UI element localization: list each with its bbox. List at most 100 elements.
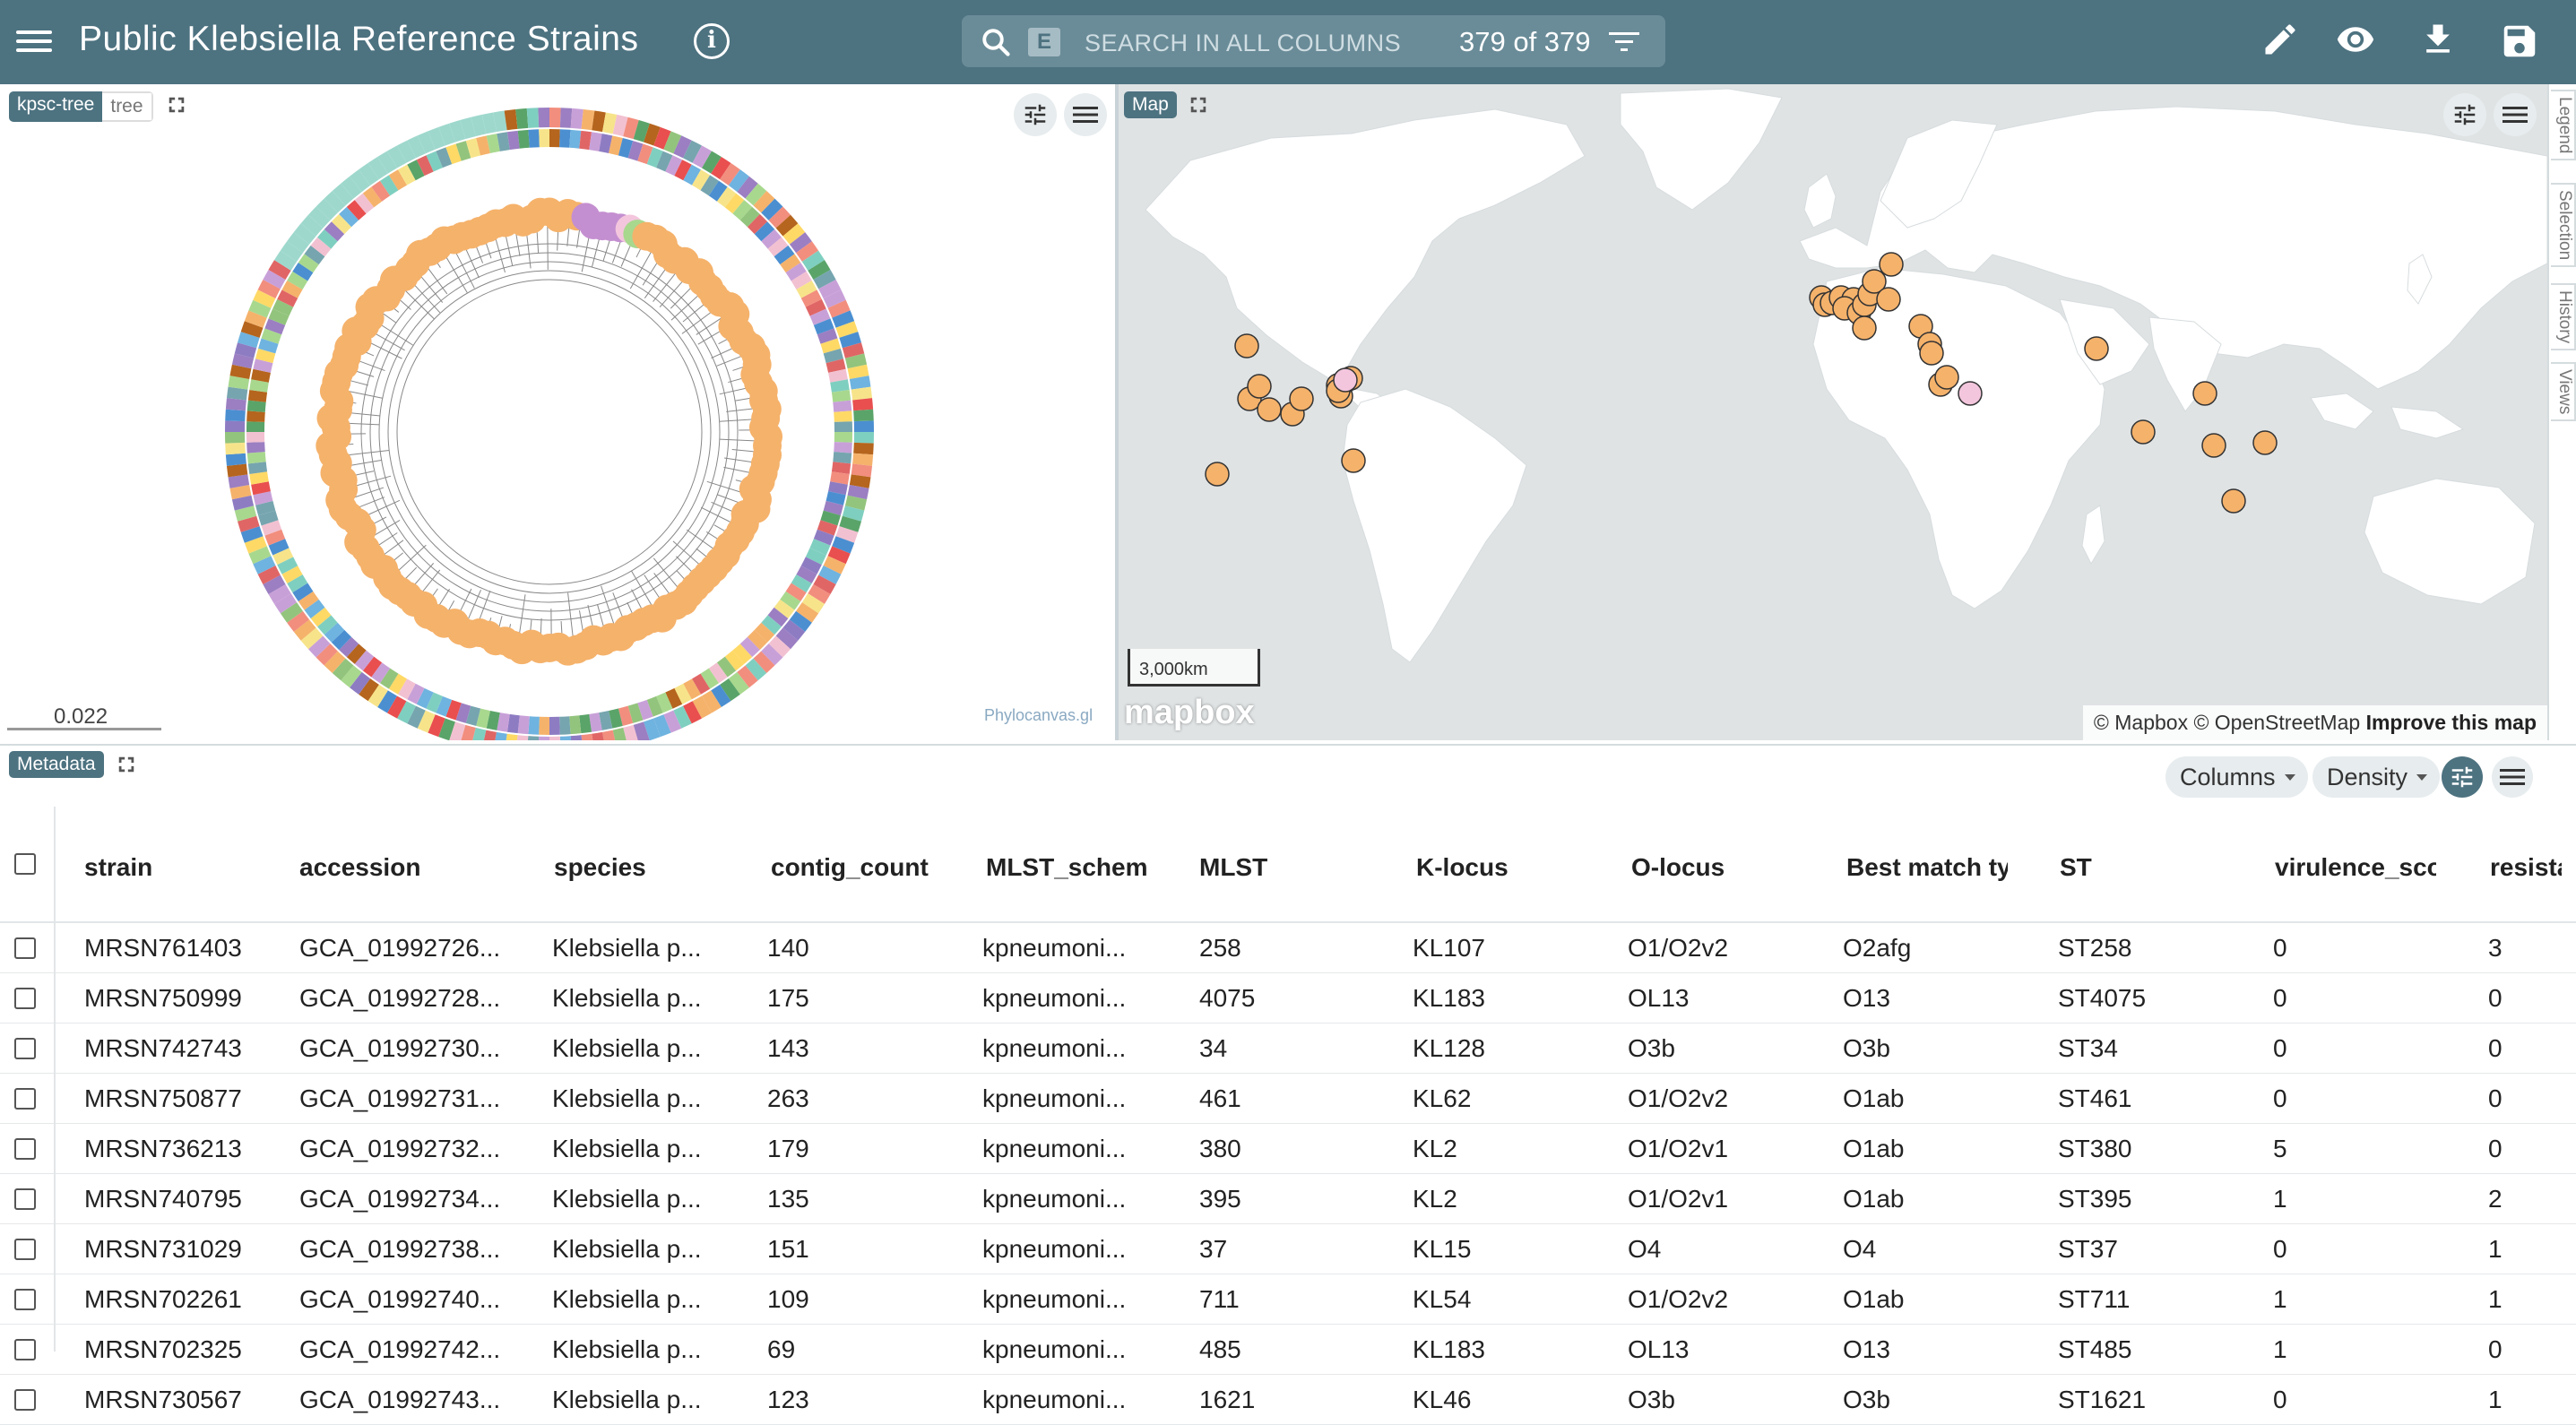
tree-leaf-node[interactable] [380, 266, 409, 295]
tree-leaf-node[interactable] [579, 211, 608, 239]
tree-leaf-node[interactable] [740, 360, 769, 389]
eye-icon[interactable] [2334, 20, 2377, 59]
download-icon[interactable] [2418, 20, 2458, 59]
row-checkbox[interactable] [14, 1188, 36, 1210]
tree-leaf-node[interactable] [751, 404, 780, 433]
table-row[interactable]: MRSN750877GCA_01992731...Klebsiella p...… [0, 1074, 2576, 1124]
column-header-mlst[interactable]: MLST [1199, 853, 1361, 882]
tree-leaf-node[interactable] [343, 508, 372, 537]
tab-kpsc-tree[interactable]: kpsc-tree [9, 91, 102, 122]
tab-metadata[interactable]: Metadata [9, 751, 104, 778]
map-marker[interactable] [1258, 398, 1281, 421]
tree-leaf-node[interactable] [378, 571, 407, 600]
tree-leaf-node[interactable] [390, 263, 419, 291]
tab-legend[interactable]: Legend [2551, 90, 2576, 160]
row-checkbox[interactable] [14, 988, 36, 1009]
row-checkbox[interactable] [14, 1038, 36, 1059]
tree-leaf-node[interactable] [721, 299, 749, 328]
tree-leaf-node[interactable] [753, 394, 782, 423]
tree-leaf-node[interactable] [490, 209, 519, 238]
tree-leaf-node[interactable] [675, 255, 704, 284]
map-marker[interactable] [2085, 337, 2108, 360]
tree-leaf-node[interactable] [360, 550, 389, 579]
map-marker[interactable] [1958, 382, 1982, 405]
filter-icon[interactable] [1609, 30, 1641, 55]
tree-leaf-node[interactable] [320, 459, 349, 488]
world-map[interactable] [1119, 84, 2547, 740]
tree-leaf-node[interactable] [446, 617, 475, 645]
tree-leaf-node[interactable] [741, 495, 770, 523]
tree-leaf-node[interactable] [649, 229, 678, 258]
tree-leaf-node[interactable] [325, 486, 354, 514]
map-marker[interactable] [1334, 368, 1357, 392]
tree-leaf-node[interactable] [329, 495, 358, 523]
column-header-strain[interactable]: strain [84, 853, 281, 882]
expand-icon[interactable] [117, 755, 136, 774]
tree-leaf-node[interactable] [490, 626, 519, 655]
row-checkbox[interactable] [14, 1138, 36, 1160]
map-marker[interactable] [1342, 449, 1365, 472]
tree-leaf-node[interactable] [319, 440, 348, 469]
tree-leaf-node[interactable] [712, 540, 740, 569]
tree-leaf-node[interactable] [474, 621, 503, 650]
tree-leaf-node[interactable] [351, 534, 380, 563]
tree-leaf-node[interactable] [588, 212, 617, 240]
tree-leaf-node[interactable] [320, 376, 349, 405]
map-marker[interactable] [2202, 434, 2226, 457]
tree-leaf-node[interactable] [517, 205, 546, 234]
tree-leaf-node[interactable] [739, 475, 768, 504]
map-marker[interactable] [2253, 431, 2277, 454]
tree-leaf-node[interactable] [517, 630, 546, 659]
tree-leaf-node[interactable] [323, 422, 351, 451]
tree-leaf-node[interactable] [653, 240, 682, 269]
tree-leaf-node[interactable] [622, 612, 651, 641]
column-header-o-locus[interactable]: O-locus [1631, 853, 1811, 882]
tree-leaf-node[interactable] [749, 386, 778, 415]
table-row[interactable]: MRSN702325GCA_01992742...Klebsiella p...… [0, 1325, 2576, 1375]
tree-leaf-node[interactable] [448, 222, 477, 251]
mapbox-logo[interactable]: mapbox [1124, 694, 1255, 732]
tree-leaf-node[interactable] [597, 623, 626, 652]
tree-leaf-node[interactable] [743, 350, 772, 379]
tree-leaf-node[interactable] [685, 258, 713, 287]
improve-map-link[interactable]: Improve this map [2366, 711, 2537, 734]
tree-leaf-node[interactable] [597, 212, 626, 241]
tab-selection[interactable]: Selection [2551, 183, 2576, 267]
tree-leaf-node[interactable] [344, 528, 373, 557]
map-marker[interactable] [1290, 387, 1313, 410]
row-checkbox[interactable] [14, 937, 36, 959]
tree-leaf-node[interactable] [749, 376, 778, 405]
tree-leaf-node[interactable] [465, 217, 494, 246]
table-row[interactable]: MRSN740795GCA_01992734...Klebsiella p...… [0, 1174, 2576, 1224]
table-menu-button[interactable] [2492, 756, 2533, 798]
tree-leaf-node[interactable] [544, 633, 573, 661]
tree-leaf-node[interactable] [687, 566, 716, 595]
tree-leaf-node[interactable] [372, 283, 401, 312]
tree-leaf-node[interactable] [641, 225, 670, 254]
tree-leaf-node[interactable] [362, 286, 391, 315]
table-row[interactable]: MRSN731029GCA_01992738...Klebsiella p...… [0, 1224, 2576, 1274]
tree-leaf-node[interactable] [700, 281, 729, 310]
tree-leaf-node[interactable] [731, 500, 760, 529]
table-row[interactable]: MRSN702261GCA_01992740...Klebsiella p...… [0, 1274, 2576, 1325]
table-row[interactable]: MRSN736213GCA_01992732...Klebsiella p...… [0, 1124, 2576, 1174]
tree-leaf-node[interactable] [465, 618, 494, 647]
map-menu-button[interactable] [2494, 93, 2537, 136]
tree-leaf-node[interactable] [329, 475, 358, 504]
tree-leaf-node[interactable] [670, 247, 699, 276]
tree-leaf-node[interactable] [638, 604, 667, 633]
tree-leaf-node[interactable] [726, 517, 755, 546]
tree-leaf-node[interactable] [455, 619, 484, 648]
tree-leaf-node[interactable] [526, 198, 555, 227]
tree-leaf-node[interactable] [741, 341, 770, 369]
table-row[interactable]: MRSN730567GCA_01992743...Klebsiella p...… [0, 1375, 2576, 1425]
tree-leaf-node[interactable] [333, 342, 361, 371]
tree-leaf-node[interactable] [322, 367, 350, 396]
search-icon[interactable] [980, 26, 1012, 58]
tree-leaf-node[interactable] [440, 609, 469, 637]
tree-leaf-node[interactable] [753, 441, 782, 470]
tree-leaf-node[interactable] [648, 604, 677, 633]
tree-leaf-node[interactable] [373, 564, 402, 592]
row-checkbox[interactable] [14, 1289, 36, 1310]
tree-leaf-node[interactable] [718, 312, 747, 341]
